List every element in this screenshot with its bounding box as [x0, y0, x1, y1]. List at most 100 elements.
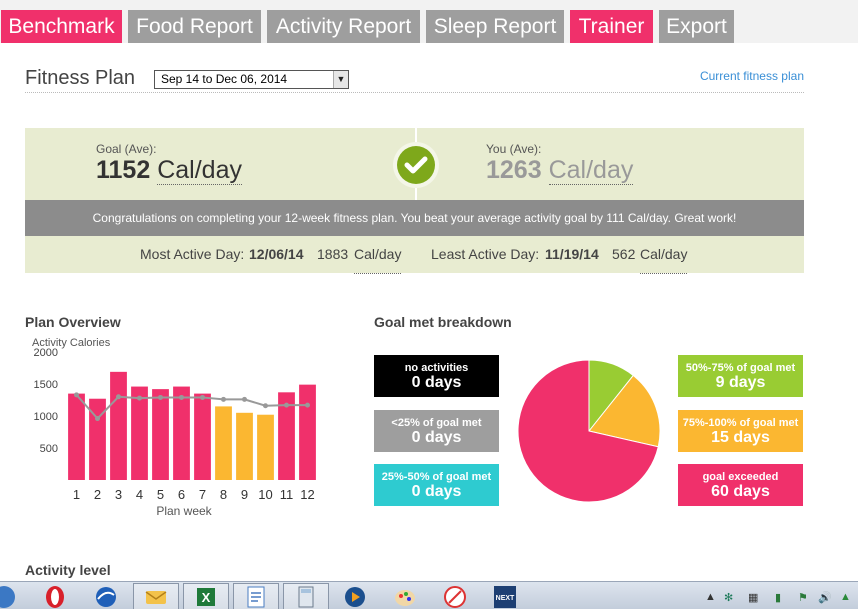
x-tick-label: 12 — [300, 487, 314, 502]
calculator-icon — [298, 586, 314, 608]
current-fitness-plan-link[interactable]: Current fitness plan — [700, 69, 804, 83]
chevron-down-icon[interactable]: ▼ — [333, 71, 348, 88]
legend-under-25: <25% of goal met 0 days — [374, 410, 499, 452]
goal-point — [284, 402, 289, 408]
goal-point — [242, 396, 247, 402]
tab-activity-report[interactable]: Activity Report — [267, 10, 420, 43]
wordpad-task-button[interactable] — [233, 583, 279, 609]
media-player-icon[interactable] — [343, 585, 367, 609]
goal-point — [95, 416, 100, 422]
legend-value: 15 days — [711, 429, 770, 446]
least-active-unit: Cal/day — [640, 236, 688, 274]
tray-bird-icon[interactable]: ▲ — [840, 591, 851, 603]
tray-app-icon[interactable]: ✻ — [724, 591, 733, 604]
tray-volume-icon[interactable]: 🔊 — [818, 591, 832, 604]
x-tick-label: 5 — [157, 487, 164, 502]
y-tick-label: 2000 — [34, 347, 58, 359]
tray-signal-icon[interactable]: ▮ — [775, 591, 781, 604]
least-active-date: 11/19/14 — [545, 246, 599, 262]
goal-point — [179, 394, 184, 400]
x-tick-label: 4 — [136, 487, 143, 502]
goal-breakdown-title: Goal met breakdown — [374, 314, 512, 330]
y-tick-label: 1000 — [34, 411, 58, 423]
plan-overview-title: Plan Overview — [25, 314, 121, 330]
legend-50-75: 50%-75% of goal met 9 days — [678, 355, 803, 397]
legend-label: 25%-50% of goal met — [381, 471, 492, 483]
legend-value: 60 days — [711, 483, 770, 500]
goal-number: 1152 — [96, 156, 151, 184]
plan-overview-chart: Activity Calories2000150010005001 2 3 4 5 6 7 8… — [32, 337, 316, 518]
next-app-icon[interactable]: NEXT — [493, 585, 517, 609]
goal-point — [263, 403, 268, 409]
legend-label: 75%-100% of goal met — [682, 417, 799, 429]
bar-week-3 — [110, 371, 127, 480]
legend-value: 9 days — [715, 374, 766, 391]
tab-bar: Benchmark Food Report Activity Report Sl… — [0, 0, 858, 43]
goal-unit: Cal/day — [157, 156, 242, 185]
congratulations-message: Congratulations on completing your 12-we… — [25, 200, 804, 236]
active-days-row: Most Active Day: 12/06/14 1883 Cal/day L… — [25, 236, 804, 274]
tray-flag-icon[interactable]: ⚑ — [798, 591, 808, 604]
x-tick-label: 1 — [73, 487, 80, 502]
goal-met-badge — [393, 142, 439, 188]
legend-label: goal exceeded — [702, 471, 779, 483]
svg-text:NEXT: NEXT — [496, 595, 515, 602]
x-tick-label: 11 — [280, 487, 294, 502]
bar-week-7 — [194, 393, 211, 480]
y-tick-label: 1500 — [34, 379, 58, 391]
you-number: 1263 — [486, 156, 542, 184]
legend-value: 0 days — [411, 429, 462, 446]
tab-export[interactable]: Export — [659, 10, 734, 43]
tab-trainer[interactable]: Trainer — [570, 10, 653, 43]
tab-food-report[interactable]: Food Report — [128, 10, 261, 43]
goal-point — [137, 395, 142, 401]
you-unit: Cal/day — [548, 156, 634, 185]
most-active-value: 1883 — [317, 246, 349, 262]
x-tick-label: 3 — [115, 487, 122, 502]
x-tick-label: 6 — [178, 487, 185, 502]
bar-week-1 — [68, 393, 85, 480]
summary-panel: Goal (Ave): 1152 Cal/day You (Ave): 1263… — [25, 128, 804, 274]
tab-benchmark[interactable]: Benchmark — [1, 10, 122, 43]
goal-point — [116, 394, 121, 400]
header-divider — [25, 92, 804, 93]
x-tick-label: 10 — [258, 487, 272, 502]
calculator-task-button[interactable] — [283, 583, 329, 609]
you-value: 1263 Cal/day — [486, 156, 634, 185]
x-tick-label: 8 — [220, 487, 227, 502]
paint-icon[interactable] — [393, 585, 417, 609]
page-title: Fitness Plan — [25, 67, 136, 89]
wordpad-icon — [247, 586, 265, 608]
svg-text:X: X — [202, 590, 211, 605]
outlook-task-button[interactable] — [133, 583, 179, 609]
x-tick-label: 2 — [94, 487, 101, 502]
thunderbird-icon[interactable] — [94, 585, 118, 609]
plan-date-select-value: Sep 14 to Dec 06, 2014 — [161, 72, 288, 86]
goal-breakdown-pie — [517, 359, 661, 503]
activity-level-title: Activity level — [25, 562, 111, 578]
tray-expand-icon[interactable]: ▲ — [705, 591, 716, 603]
plan-date-select[interactable]: Sep 14 to Dec 06, 2014 ▼ — [154, 70, 349, 89]
legend-label: 50%-75% of goal met — [685, 362, 796, 374]
snipping-tool-icon[interactable] — [443, 585, 467, 609]
excel-task-button[interactable]: X — [183, 583, 229, 609]
x-tick-label: 9 — [241, 487, 248, 502]
bar-week-10 — [257, 414, 274, 480]
opera-icon[interactable] — [43, 585, 67, 609]
start-orb-icon[interactable] — [0, 585, 16, 609]
goal-point — [200, 394, 205, 400]
goal-point — [221, 396, 226, 402]
goal-label: Goal (Ave): — [96, 142, 157, 156]
tab-sleep-report[interactable]: Sleep Report — [426, 10, 564, 43]
goal-point — [74, 392, 79, 398]
goal-point — [305, 402, 310, 408]
mail-icon — [145, 591, 167, 604]
tray-network-icon[interactable]: ▦ — [748, 591, 758, 604]
legend-no-activities: no activities 0 days — [374, 355, 499, 397]
bar-week-9 — [236, 412, 253, 480]
legend-value: 0 days — [411, 483, 462, 500]
checkmark-icon — [397, 146, 435, 184]
legend-value: 0 days — [411, 374, 462, 391]
most-active-unit: Cal/day — [354, 236, 402, 274]
os-taskbar: X NEXT ▲ ✻ ▦ ▮ ⚑ 🔊 ▲ — [0, 581, 858, 609]
